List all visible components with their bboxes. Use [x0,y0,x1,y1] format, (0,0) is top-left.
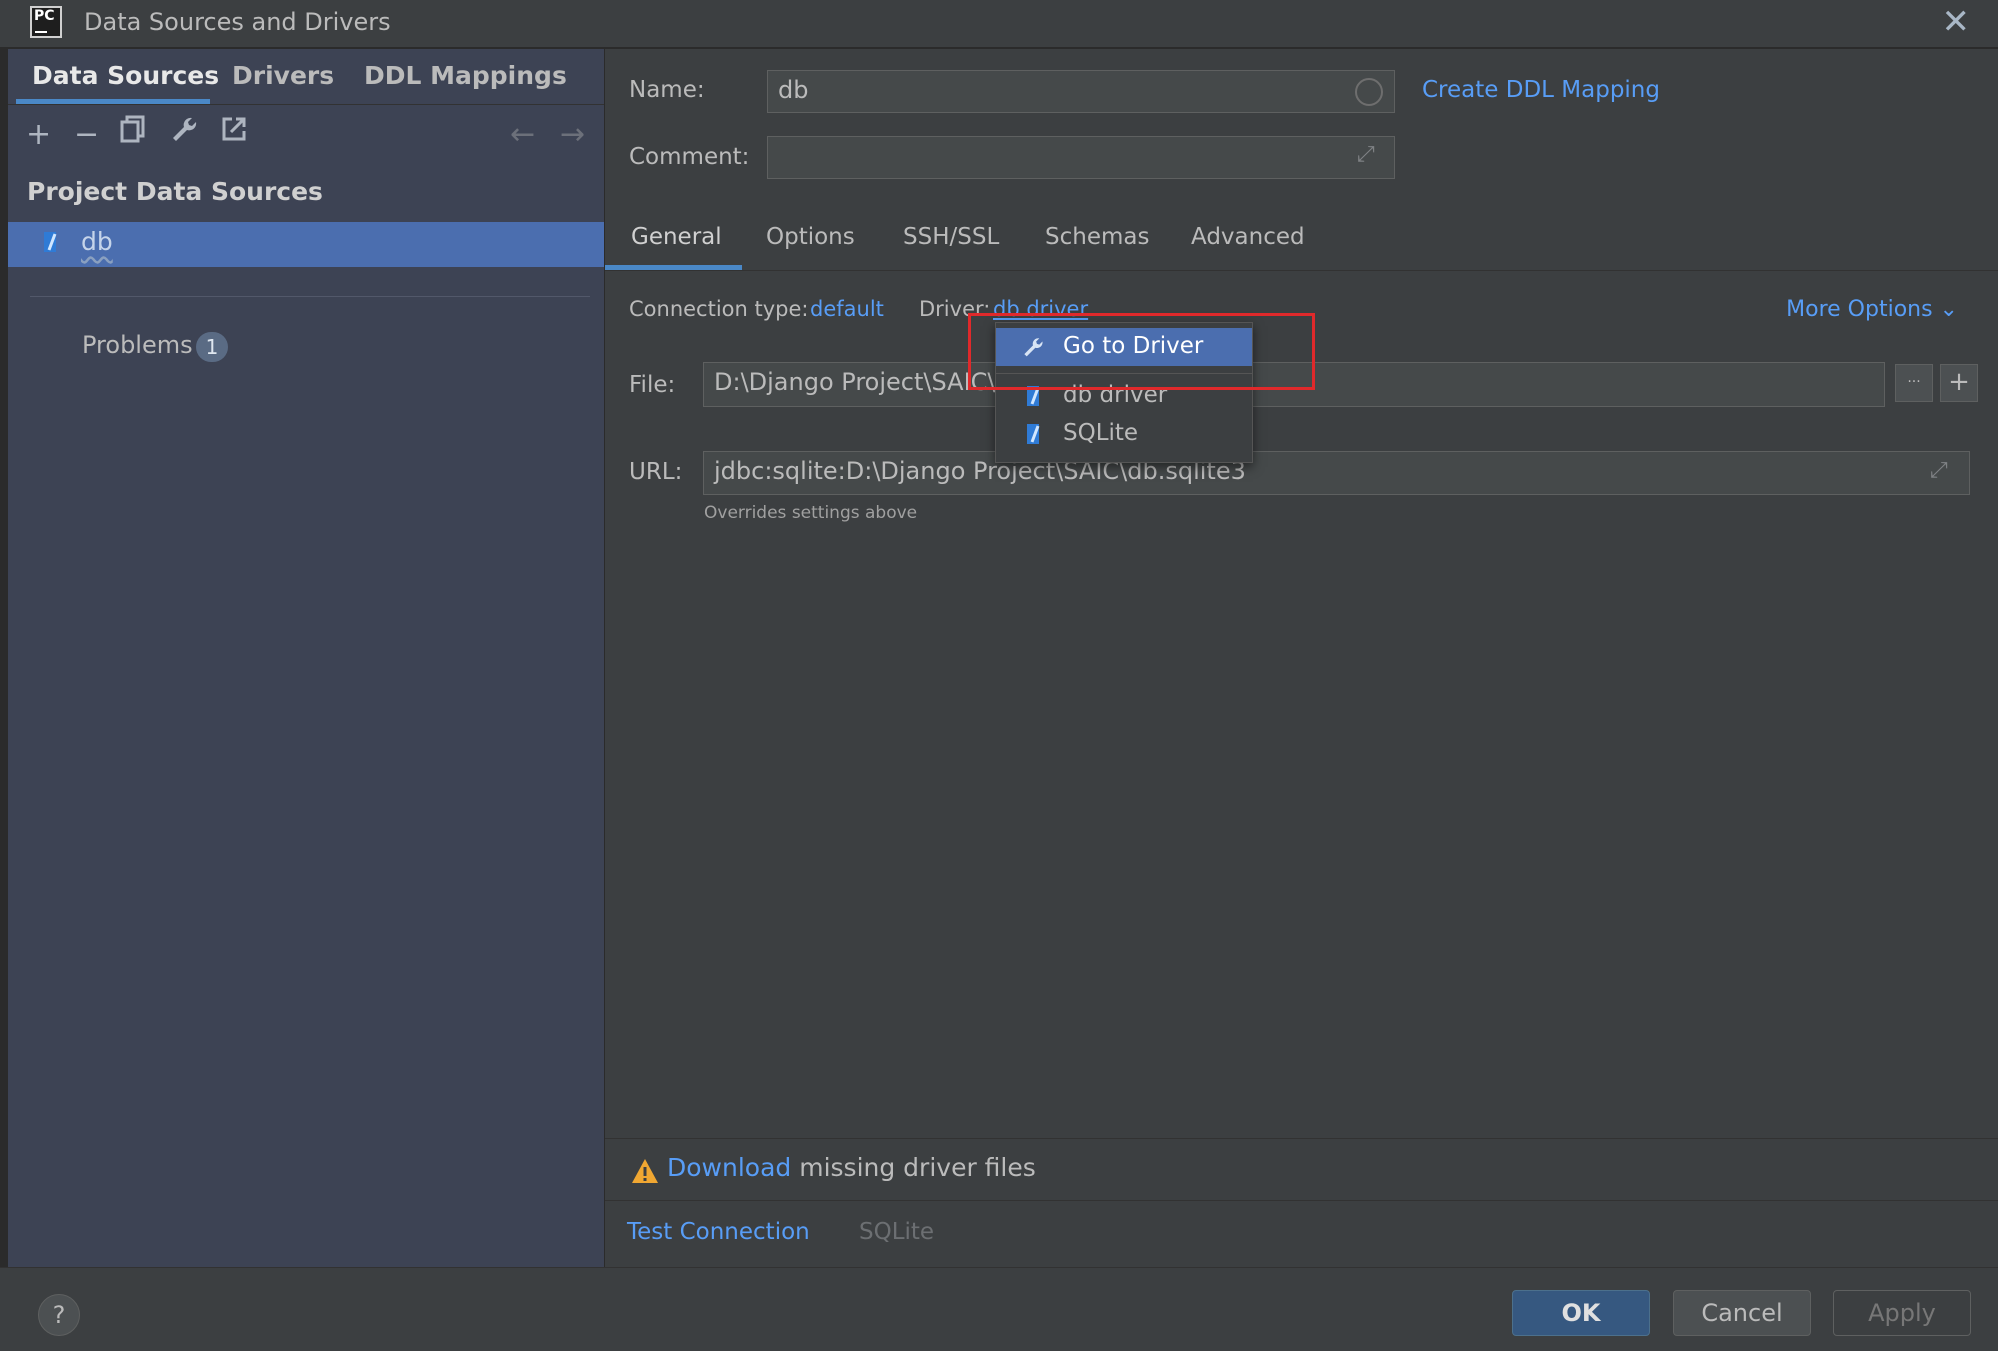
comment-field[interactable] [767,136,1395,179]
spinner-icon [1355,78,1383,106]
tab-ddl-mappings[interactable]: DDL Mappings [364,61,567,90]
export-icon[interactable] [220,115,248,151]
tab-ssh-ssl[interactable]: SSH/SSL [903,224,999,250]
left-panel: Data Sources Drivers DDL Mappings + − ← … [8,49,604,1267]
wrench-icon [1024,338,1043,357]
divider [30,296,590,297]
back-arrow-icon[interactable]: ← [510,117,535,152]
warning-text: missing driver files [791,1153,1036,1182]
warning-icon [632,1159,658,1183]
sqlite-icon [1027,386,1040,406]
test-connection-link[interactable]: Test Connection [627,1219,810,1245]
sqlite-icon [1027,424,1040,444]
remove-icon[interactable]: − [74,117,99,152]
file-path-value: D:\Django Project\SAIC\d [714,368,1011,396]
divider [605,1138,1998,1139]
tab-drivers[interactable]: Drivers [232,61,334,90]
expand-icon[interactable]: ⤢ [1357,142,1375,167]
section-title: Project Data Sources [27,177,323,206]
more-options-link[interactable]: More Options ⌄ [1786,297,1958,322]
add-icon[interactable]: + [26,117,51,152]
expand-url-icon[interactable]: ⤢ [1930,458,1948,483]
right-tab-bar: General Options SSH/SSL Schemas Advanced [605,214,1998,271]
driver-display-name: SQLite [859,1219,935,1245]
add-file-button[interactable]: + [1940,364,1978,402]
close-icon[interactable]: ✕ [1942,2,1971,42]
connection-type-label: Connection type: [629,297,809,321]
problems-count-badge: 1 [196,332,228,362]
sqlite-icon [44,232,57,252]
url-hint: Overrides settings above [704,503,918,523]
browse-button[interactable]: ··· [1895,364,1933,402]
menu-separator [996,373,1252,374]
download-link[interactable]: Download [667,1153,791,1182]
title-bar: PC Data Sources and Drivers ✕ [0,0,1998,48]
data-source-item[interactable]: db [8,222,604,267]
name-label: Name: [629,77,705,103]
menu-item-db-driver[interactable]: db driver [996,377,1252,415]
url-field[interactable]: jdbc:sqlite:D:\Django Project\SAIC\db.sq… [703,451,1970,495]
missing-driver-warning: Download missing driver files [667,1153,1036,1182]
driver-link[interactable]: db driver [993,297,1088,321]
data-source-label: db [81,227,113,256]
pycharm-logo-icon: PC [30,6,62,38]
menu-item-label: db driver [1063,382,1168,408]
name-value: db [778,76,809,104]
cancel-button[interactable]: Cancel [1673,1290,1811,1336]
active-tab-indicator [605,265,742,270]
driver-label: Driver: [919,297,991,321]
tab-general[interactable]: General [631,224,722,250]
tab-data-sources[interactable]: Data Sources [32,61,219,90]
name-field[interactable]: db [767,70,1395,113]
url-label: URL: [629,459,683,485]
left-tab-bar: Data Sources Drivers DDL Mappings [8,49,604,105]
ok-button[interactable]: OK [1512,1290,1650,1336]
tab-advanced[interactable]: Advanced [1191,224,1305,250]
active-tab-indicator [16,99,210,104]
help-button[interactable]: ? [38,1294,80,1336]
comment-label: Comment: [629,144,750,170]
apply-button[interactable]: Apply [1833,1290,1971,1336]
duplicate-icon[interactable] [120,115,146,151]
menu-item-label: SQLite [1063,420,1139,446]
menu-item-sqlite[interactable]: SQLite [996,415,1252,453]
connection-type-link[interactable]: default [810,297,884,321]
right-panel: Name: db Create DDL Mapping Comment: ⤢ G… [605,49,1998,1267]
tab-options[interactable]: Options [766,224,855,250]
create-ddl-mapping-link[interactable]: Create DDL Mapping [1422,77,1660,103]
file-label: File: [629,372,676,398]
dialog-footer: ? OK Cancel Apply [0,1267,1998,1351]
wrench-icon[interactable] [170,115,198,151]
driver-popup-menu: Go to Driver db driver SQLite [995,322,1253,463]
tab-schemas[interactable]: Schemas [1045,224,1149,250]
menu-item-go-to-driver[interactable]: Go to Driver [996,328,1252,366]
divider [605,1200,1998,1201]
window-title: Data Sources and Drivers [84,8,391,36]
file-path-field[interactable]: D:\Django Project\SAIC\d [703,362,1885,407]
menu-item-label: Go to Driver [1063,333,1204,359]
problems-label[interactable]: Problems [82,331,193,359]
forward-arrow-icon[interactable]: → [560,117,585,152]
